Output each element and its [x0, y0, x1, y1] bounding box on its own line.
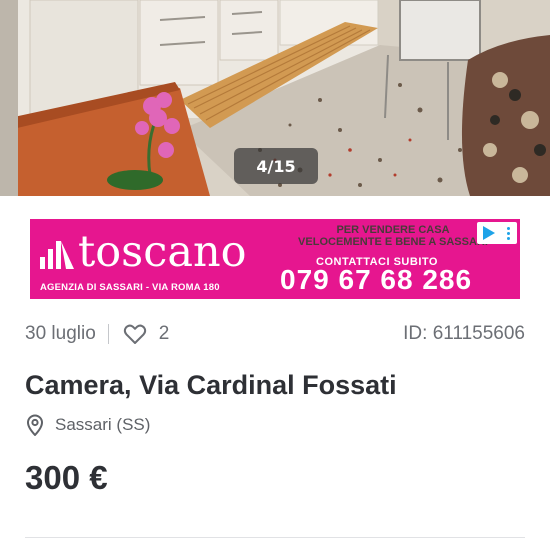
photo-gallery[interactable]: 4/15 [0, 0, 550, 196]
listing-meta: 30 luglio 2 ID: 611155606 [25, 318, 525, 350]
more-options-icon [507, 226, 511, 240]
adchoices-button[interactable] [477, 222, 517, 244]
location-label: Sassari (SS) [55, 415, 151, 434]
ad-phone: 079 67 68 286 [280, 264, 473, 295]
listing-location: Sassari (SS) [25, 414, 150, 436]
map-pin-icon [26, 414, 44, 436]
heart-outline-icon[interactable] [123, 323, 147, 345]
toscano-logo-icon [40, 241, 74, 269]
ad-agency: AGENZIA DI SASSARI - VIA ROMA 180 [40, 282, 220, 293]
photo-counter: 4/15 [234, 148, 318, 184]
listing-id: ID: 611155606 [403, 323, 525, 344]
listing-title: Camera, Via Cardinal Fossati [25, 370, 397, 400]
meta-divider [107, 324, 109, 344]
ad-brand: toscano [78, 227, 247, 277]
listing-date: 30 luglio [25, 323, 96, 344]
adchoices-icon [483, 226, 495, 240]
section-divider [25, 537, 525, 538]
ad-banner[interactable]: toscano AGENZIA DI SASSARI - VIA ROMA 18… [30, 219, 520, 299]
favorites-count: 2 [158, 323, 170, 344]
listing-price: 300 € [25, 459, 108, 496]
